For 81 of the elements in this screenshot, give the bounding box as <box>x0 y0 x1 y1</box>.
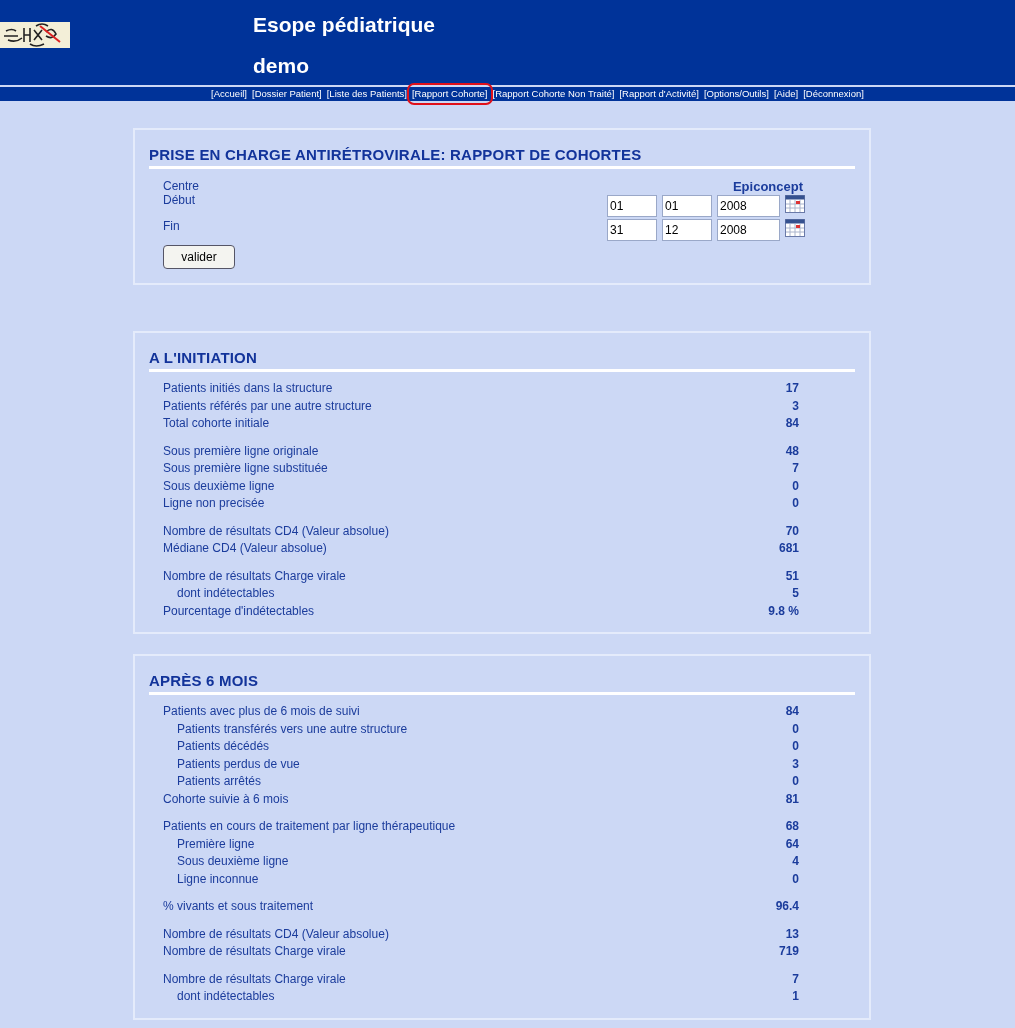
nav-link[interactable]: [Liste des Patients] <box>325 87 408 101</box>
date-field[interactable]: 01 <box>607 195 657 217</box>
row-value: 3 <box>792 397 799 415</box>
row-label: dont indétectables <box>176 988 275 1005</box>
row-value: 96.4 <box>775 898 799 915</box>
row-value: 84 <box>785 703 799 720</box>
section-title: APRÈS 6 MOIS <box>149 672 855 695</box>
app-subtitle: demo <box>253 54 310 78</box>
row-value: 51 <box>785 567 799 585</box>
row-value: 1 <box>792 988 799 1005</box>
nav-link[interactable]: [Rapport Cohorte Non Traité] <box>491 87 616 101</box>
row-label: dont indétectables <box>176 585 275 602</box>
row-label: Nombre de résultats Charge virale <box>163 567 346 585</box>
row-value: 4 <box>792 853 799 870</box>
nav-link[interactable]: [Options/Outils] <box>702 87 770 101</box>
date-field[interactable]: 12 <box>662 219 712 241</box>
centre-value: Epiconcept <box>732 179 803 195</box>
row-label: Sous deuxième ligne <box>163 477 275 495</box>
logo-icon <box>0 22 70 48</box>
row-value: 64 <box>785 835 799 853</box>
submit-button[interactable]: valider <box>163 245 235 269</box>
nav-link[interactable]: [Rapport d'Activité] <box>618 87 700 101</box>
date-field[interactable]: 2008 <box>717 219 780 241</box>
nav-link[interactable]: [Aide] <box>772 87 800 101</box>
row-label: Patients transférés vers une autre structure <box>176 720 408 738</box>
field-label: Fin <box>163 219 181 233</box>
field-label: Début <box>163 193 197 207</box>
row-label: Patients perdus de vue <box>176 755 300 773</box>
row-value: 0 <box>792 870 799 888</box>
row-label: Total cohorte initiale <box>163 415 270 432</box>
row-value: 7 <box>792 460 799 477</box>
row-value: 9.8 % <box>768 602 799 620</box>
row-label: Ligne non precisée <box>163 495 265 512</box>
section-title: A L'INITIATION <box>149 349 855 372</box>
nav-link[interactable]: [Déconnexion] <box>802 87 865 101</box>
row-value: 0 <box>792 738 799 755</box>
row-label: Médiane CD4 (Valeur absolue) <box>163 540 327 557</box>
row-value: 7 <box>792 970 799 988</box>
row-value: 5 <box>792 585 799 602</box>
row-value: 3 <box>792 755 799 773</box>
row-label: Sous première ligne originale <box>163 442 319 460</box>
row-value: 48 <box>785 442 799 460</box>
row-value: 70 <box>785 522 799 540</box>
row-label: Nombre de résultats CD4 (Valeur absolue) <box>163 522 389 540</box>
row-label: Première ligne <box>176 835 255 853</box>
nav-link[interactable]: [Dossier Patient] <box>251 87 323 101</box>
row-value: 17 <box>785 380 799 397</box>
date-field[interactable]: 2008 <box>717 195 780 217</box>
row-value: 0 <box>792 477 799 495</box>
row-value: 681 <box>778 540 799 557</box>
panel-title: PRISE EN CHARGE ANTIRÉTROVIRALE: RAPPORT DE COHORTES <box>149 146 855 169</box>
row-label: Patients initiés dans la structure <box>163 380 333 397</box>
nav-link[interactable]: [Accueil] <box>210 87 248 101</box>
row-label: Sous première ligne substituée <box>163 460 328 477</box>
row-label: Nombre de résultats CD4 (Valeur absolue) <box>163 925 389 943</box>
row-label: Sous deuxième ligne <box>176 853 289 870</box>
row-label: Patients décédés <box>176 738 270 755</box>
calendar-icon[interactable] <box>785 219 805 237</box>
row-label: Patients arrêtés <box>176 773 262 790</box>
row-label: Nombre de résultats Charge virale <box>163 970 346 988</box>
row-label: Pourcentage d'indétectables <box>163 602 315 620</box>
calendar-icon[interactable] <box>785 195 805 213</box>
row-value: 0 <box>792 495 799 512</box>
row-value: 719 <box>778 943 799 960</box>
row-label: Patients en cours de traitement par ligne thérapeutique <box>163 818 456 835</box>
row-value: 81 <box>785 790 799 808</box>
row-value: 68 <box>785 818 799 835</box>
row-label: Nombre de résultats Charge virale <box>163 943 346 960</box>
row-label: % vivants et sous traitement <box>163 898 314 915</box>
row-value: 13 <box>785 925 799 943</box>
row-value: 84 <box>785 415 799 432</box>
date-field[interactable]: 01 <box>662 195 712 217</box>
date-field[interactable]: 31 <box>607 219 657 241</box>
row-value: 0 <box>792 720 799 738</box>
app-title: Esope pédiatrique <box>253 13 436 37</box>
row-label: Patients référés par une autre structure <box>163 397 372 415</box>
row-label: Patients avec plus de 6 mois de suivi <box>163 703 360 720</box>
row-value: 0 <box>792 773 799 790</box>
row-label: Cohorte suivie à 6 mois <box>163 790 289 808</box>
field-label: Centre <box>163 179 201 193</box>
row-label: Ligne inconnue <box>176 870 259 888</box>
